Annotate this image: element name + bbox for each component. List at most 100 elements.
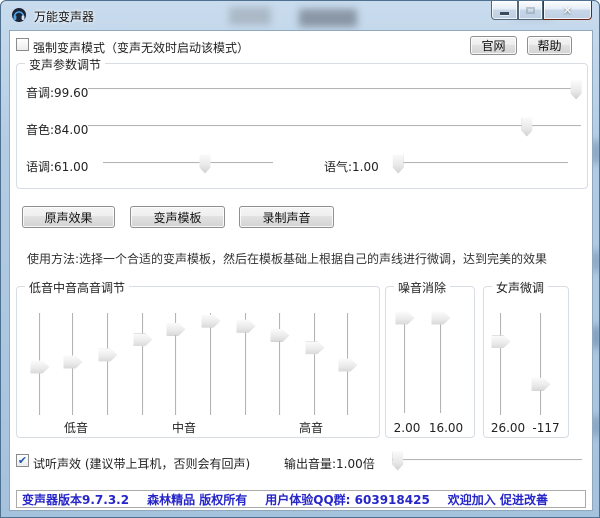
maximize-icon	[526, 7, 535, 14]
timbre-slider[interactable]	[88, 117, 581, 137]
slider-thumb[interactable]	[306, 341, 325, 354]
slider-thumb[interactable]	[492, 335, 511, 348]
params-group-title: 变声参数调节	[25, 56, 105, 73]
params-groupbox: 变声参数调节 音调:99.60 音色:84.00 语调:61.00 语气:1.0…	[16, 63, 588, 189]
slider-thumb[interactable]	[99, 348, 118, 361]
help-button[interactable]: 帮助	[527, 36, 572, 55]
glass-artifact	[592, 416, 600, 436]
intonation-slider[interactable]	[103, 154, 273, 174]
noise-value-1: 2.00	[394, 421, 421, 435]
preview-checkbox[interactable]: ✔	[16, 454, 29, 467]
eq-slider-5[interactable]	[166, 313, 186, 415]
slider-thumb[interactable]	[237, 320, 256, 333]
slider-track[interactable]	[404, 313, 406, 413]
slider-track[interactable]	[103, 162, 273, 164]
eq-slider-4[interactable]	[133, 313, 153, 415]
close-icon: ✕	[563, 4, 572, 17]
slider-thumb[interactable]	[392, 452, 403, 471]
title-bar[interactable]: 万能变声器 ✕	[1, 1, 600, 30]
qq-group-text: 用户体验QQ群: 603918425	[265, 491, 430, 508]
minimize-button[interactable]	[491, 1, 518, 20]
usage-hint: 使用方法:选择一个合适的变声模板，然后在模板基础上根据自己的声线进行微调，达到完…	[27, 250, 547, 267]
slider-track[interactable]	[393, 162, 568, 164]
female-groupbox: 女声微调 26.00 -117	[483, 286, 569, 438]
slider-thumb[interactable]	[202, 315, 221, 328]
welcome-text: 欢迎加入 促进改善	[448, 491, 548, 508]
preview-label: 试听声效 (建议带上耳机，否则会有回声)	[33, 455, 250, 472]
slider-thumb[interactable]	[64, 355, 83, 368]
eq-group-title: 低音中音高音调节	[25, 279, 129, 296]
slider-thumb[interactable]	[532, 378, 551, 391]
slider-thumb[interactable]	[396, 312, 415, 325]
slider-thumb[interactable]	[271, 329, 290, 342]
force-mode-checkbox[interactable]	[16, 38, 29, 51]
slider-track[interactable]	[142, 313, 144, 415]
noise-group-title: 噪音消除	[394, 279, 450, 296]
noise-value-2: 16.00	[429, 421, 463, 435]
eq-slider-1[interactable]	[30, 313, 50, 415]
eq-groupbox: 低音中音高音调节	[16, 286, 380, 438]
voice-template-button[interactable]: 变声模板	[130, 206, 225, 228]
app-window: 万能变声器 ✕ 强制变声模式（变声无效时启动该模式） 官网 帮助 变声参数调节 …	[0, 0, 600, 518]
timbre-label: 音色:84.00	[26, 121, 88, 138]
tone-label: 语气:1.00	[324, 158, 379, 175]
pitch-slider[interactable]	[88, 80, 581, 100]
glass-artifact	[592, 326, 600, 348]
slider-thumb[interactable]	[571, 81, 582, 100]
mid-band-label: 中音	[172, 419, 196, 436]
female-value-2: -117	[532, 421, 559, 435]
female-group-title: 女声微调	[492, 279, 548, 296]
tone-slider[interactable]	[393, 154, 568, 174]
eq-slider-3[interactable]	[98, 313, 118, 415]
slider-track[interactable]	[440, 313, 442, 413]
eq-slider-10[interactable]	[338, 313, 358, 415]
intonation-label: 语调:61.00	[26, 158, 88, 175]
slider-track[interactable]	[392, 459, 582, 461]
record-sound-button[interactable]: 录制声音	[239, 206, 334, 228]
eq-slider-2[interactable]	[63, 313, 83, 415]
website-button[interactable]: 官网	[470, 36, 517, 55]
eq-slider-8[interactable]	[270, 313, 290, 415]
pitch-label: 音调:99.60	[26, 84, 88, 101]
slider-track[interactable]	[210, 313, 212, 415]
slider-thumb[interactable]	[200, 155, 211, 174]
bass-band-label: 低音	[64, 419, 88, 436]
slider-thumb[interactable]	[31, 361, 50, 374]
window-title: 万能变声器	[34, 8, 94, 25]
close-button[interactable]: ✕	[543, 1, 592, 20]
noise-slider-1[interactable]	[395, 313, 415, 413]
slider-track[interactable]	[107, 313, 109, 415]
slider-track[interactable]	[279, 313, 281, 415]
female-slider-2[interactable]	[531, 313, 551, 415]
eq-slider-7[interactable]	[236, 313, 256, 415]
force-mode-label: 强制变声模式（变声无效时启动该模式）	[33, 39, 249, 56]
female-value-1: 26.00	[491, 421, 525, 435]
eq-slider-6[interactable]	[201, 313, 221, 415]
maximize-button[interactable]	[518, 1, 543, 20]
slider-thumb[interactable]	[521, 118, 532, 137]
slider-track[interactable]	[314, 313, 316, 415]
female-slider-1[interactable]	[491, 313, 511, 415]
glass-artifact	[592, 251, 600, 271]
output-volume-slider[interactable]	[392, 451, 582, 471]
slider-track[interactable]	[540, 313, 542, 415]
minimize-icon	[500, 12, 509, 15]
slider-thumb[interactable]	[339, 359, 358, 372]
slider-track[interactable]	[500, 313, 502, 415]
slider-thumb[interactable]	[393, 155, 404, 174]
original-sound-button[interactable]: 原声效果	[22, 206, 115, 228]
client-area: 强制变声模式（变声无效时启动该模式） 官网 帮助 变声参数调节 音调:99.60…	[9, 30, 593, 511]
noise-slider-2[interactable]	[431, 313, 451, 413]
headphone-icon	[11, 7, 27, 23]
slider-thumb[interactable]	[432, 312, 451, 325]
slider-thumb[interactable]	[167, 323, 186, 336]
treble-band-label: 高音	[299, 419, 323, 436]
noise-groupbox: 噪音消除 2.00 16.00	[385, 286, 475, 438]
slider-track[interactable]	[88, 88, 581, 90]
slider-thumb[interactable]	[134, 333, 153, 346]
glass-artifact	[592, 141, 600, 163]
eq-slider-9[interactable]	[305, 313, 325, 415]
status-bar: 变声器版本9.7.3.2 森林精品 版权所有 用户体验QQ群: 60391842…	[16, 490, 586, 508]
slider-track[interactable]	[88, 125, 581, 127]
copyright-text: 森林精品 版权所有	[147, 491, 247, 508]
